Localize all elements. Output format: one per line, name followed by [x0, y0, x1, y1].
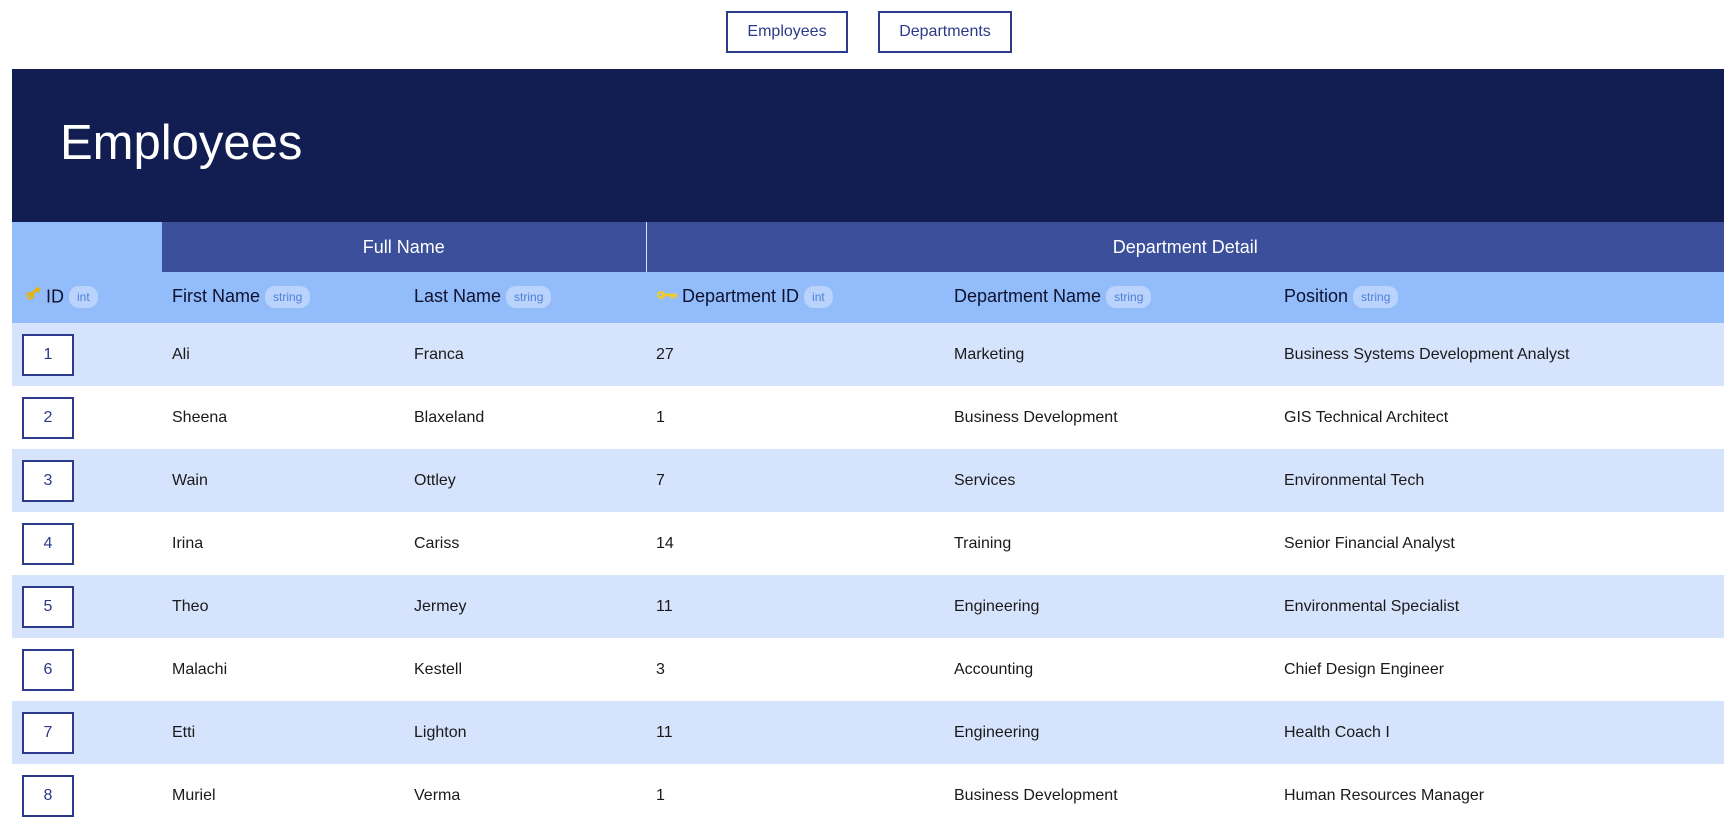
table-row: 1 Ali Franca 27 Marketing Business Syste…	[12, 323, 1725, 386]
type-badge-position: string	[1353, 285, 1399, 308]
department-name-cell: Engineering	[944, 575, 1274, 638]
position-cell: Environmental Tech	[1274, 449, 1725, 512]
last-name-cell: Cariss	[404, 512, 646, 575]
first-name-cell: Ali	[162, 323, 404, 386]
department-name-cell: Business Development	[944, 764, 1274, 827]
position-cell: Environmental Specialist	[1274, 575, 1725, 638]
column-header-position[interactable]: Position string	[1274, 272, 1725, 323]
foreign-key-icon	[656, 285, 678, 306]
department-id-cell: 1	[646, 764, 944, 827]
column-label-id: ID	[46, 286, 64, 307]
id-cell: 3	[12, 449, 162, 512]
department-id-cell: 14	[646, 512, 944, 575]
top-navigation: Employees Departments	[0, 11, 1736, 53]
table-row: 2 Sheena Blaxeland 1 Business Developmen…	[12, 386, 1725, 449]
department-id-cell: 7	[646, 449, 944, 512]
first-name-cell: Theo	[162, 575, 404, 638]
position-cell: GIS Technical Architect	[1274, 386, 1725, 449]
column-label-first-name: First Name	[172, 286, 261, 307]
primary-key-icon	[24, 284, 42, 307]
column-header-department-id[interactable]: Department ID int	[646, 272, 944, 323]
column-header-row: ID int First Name string Last Name string	[12, 272, 1725, 323]
first-name-cell: Sheena	[162, 386, 404, 449]
last-name-cell: Blaxeland	[404, 386, 646, 449]
column-label-department-id: Department ID	[682, 286, 800, 307]
column-label-department-name: Department Name	[954, 286, 1102, 307]
row-id-button[interactable]: 5	[22, 585, 74, 628]
first-name-cell: Etti	[162, 701, 404, 764]
last-name-cell: Verma	[404, 764, 646, 827]
department-id-cell: 3	[646, 638, 944, 701]
department-name-cell: Marketing	[944, 323, 1274, 386]
column-header-id[interactable]: ID int	[12, 272, 162, 323]
position-cell: Health Coach I	[1274, 701, 1725, 764]
id-cell: 4	[12, 512, 162, 575]
row-id-button[interactable]: 3	[22, 459, 74, 502]
employees-table-container: Full Name Department Detail ID int First…	[12, 222, 1725, 827]
table-row: 5 Theo Jermey 11 Engineering Environment…	[12, 575, 1725, 638]
position-cell: Business Systems Development Analyst	[1274, 323, 1725, 386]
id-cell: 8	[12, 764, 162, 827]
column-header-first-name[interactable]: First Name string	[162, 272, 404, 323]
group-header-full-name: Full Name	[162, 222, 647, 272]
first-name-cell: Malachi	[162, 638, 404, 701]
id-cell: 1	[12, 323, 162, 386]
last-name-cell: Lighton	[404, 701, 646, 764]
last-name-cell: Franca	[404, 323, 646, 386]
page-title: Employees	[60, 116, 303, 170]
id-cell: 7	[12, 701, 162, 764]
department-id-cell: 11	[646, 575, 944, 638]
row-id-button[interactable]: 6	[22, 648, 74, 691]
department-name-cell: Training	[944, 512, 1274, 575]
department-name-cell: Services	[944, 449, 1274, 512]
page-header-banner: Employees	[12, 69, 1724, 222]
department-id-cell: 27	[646, 323, 944, 386]
department-name-cell: Engineering	[944, 701, 1274, 764]
position-cell: Human Resources Manager	[1274, 764, 1725, 827]
table-row: 6 Malachi Kestell 3 Accounting Chief Des…	[12, 638, 1725, 701]
table-row: 4 Irina Cariss 14 Training Senior Financ…	[12, 512, 1725, 575]
type-badge-first-name: string	[265, 285, 311, 308]
id-cell: 6	[12, 638, 162, 701]
column-group-header-row: Full Name Department Detail	[12, 222, 1725, 272]
department-id-cell: 11	[646, 701, 944, 764]
column-header-last-name[interactable]: Last Name string	[404, 272, 646, 323]
department-name-cell: Business Development	[944, 386, 1274, 449]
row-id-button[interactable]: 4	[22, 522, 74, 565]
group-header-department-detail: Department Detail	[646, 222, 1725, 272]
type-badge-department-id: int	[804, 285, 833, 308]
row-id-button[interactable]: 7	[22, 711, 74, 754]
id-cell: 5	[12, 575, 162, 638]
row-id-button[interactable]: 8	[22, 774, 74, 817]
position-cell: Senior Financial Analyst	[1274, 512, 1725, 575]
table-row: 3 Wain Ottley 7 Services Environmental T…	[12, 449, 1725, 512]
employees-nav-button[interactable]: Employees	[726, 11, 848, 53]
table-row: 8 Muriel Verma 1 Business Development Hu…	[12, 764, 1725, 827]
row-id-button[interactable]: 1	[22, 333, 74, 376]
employees-table: Full Name Department Detail ID int First…	[12, 222, 1725, 827]
type-badge-department-name: string	[1106, 285, 1152, 308]
position-cell: Chief Design Engineer	[1274, 638, 1725, 701]
row-id-button[interactable]: 2	[22, 396, 74, 439]
last-name-cell: Ottley	[404, 449, 646, 512]
first-name-cell: Wain	[162, 449, 404, 512]
column-label-position: Position	[1284, 286, 1349, 307]
first-name-cell: Muriel	[162, 764, 404, 827]
column-label-last-name: Last Name	[414, 286, 502, 307]
type-badge-id: int	[69, 285, 98, 308]
group-header-empty	[12, 222, 162, 272]
column-header-department-name[interactable]: Department Name string	[944, 272, 1274, 323]
first-name-cell: Irina	[162, 512, 404, 575]
type-badge-last-name: string	[506, 285, 552, 308]
department-id-cell: 1	[646, 386, 944, 449]
department-name-cell: Accounting	[944, 638, 1274, 701]
departments-nav-button[interactable]: Departments	[878, 11, 1012, 53]
table-row: 7 Etti Lighton 11 Engineering Health Coa…	[12, 701, 1725, 764]
id-cell: 2	[12, 386, 162, 449]
last-name-cell: Jermey	[404, 575, 646, 638]
last-name-cell: Kestell	[404, 638, 646, 701]
